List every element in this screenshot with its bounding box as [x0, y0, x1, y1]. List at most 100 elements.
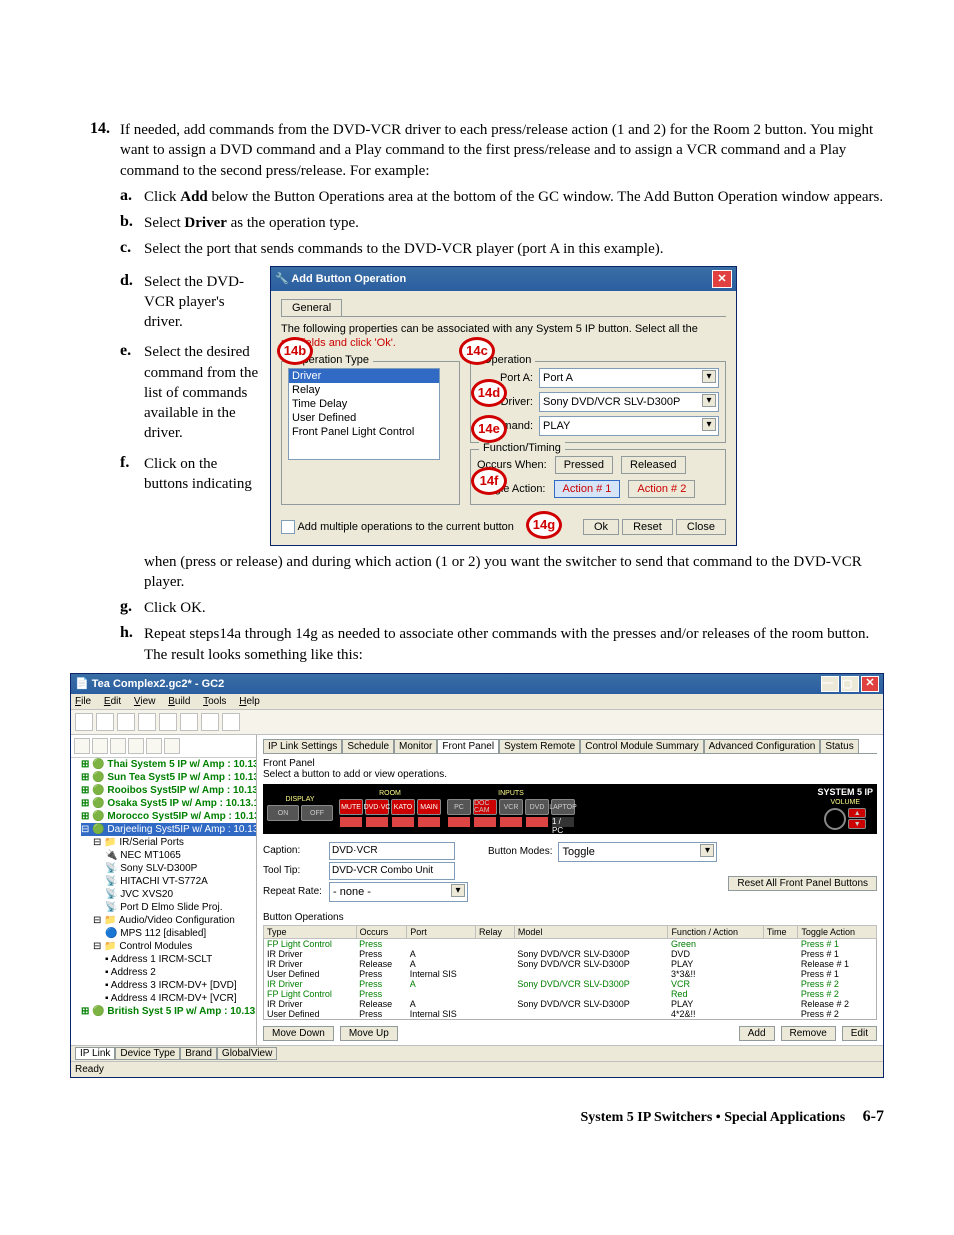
table-row[interactable]: User DefinedPressInternal SIS3*3&!!Press… [264, 969, 877, 979]
main-tabs[interactable]: IP Link SettingsScheduleMonitorFront Pan… [263, 739, 877, 754]
reset-fp-button[interactable]: Reset All Front Panel Buttons [728, 876, 877, 891]
optype-fplc[interactable]: Front Panel Light Control [289, 425, 439, 439]
optype-driver[interactable]: Driver [289, 369, 439, 383]
col-func[interactable]: Function / Action [668, 925, 763, 938]
menu-edit[interactable]: Edit [104, 696, 121, 707]
vol-up[interactable]: ▲ [848, 808, 866, 818]
button-ops-table[interactable]: Type Occurs Port Relay Model Function / … [263, 925, 877, 1020]
optype-timedelay[interactable]: Time Delay [289, 397, 439, 411]
tab-status[interactable]: Status [820, 739, 858, 753]
toolbar-icon[interactable] [138, 713, 156, 731]
ir-driver-dropdown[interactable]: Sony DVD/VCR SLV-D300P [539, 392, 719, 412]
operation-type-list[interactable]: Driver Relay Time Delay User Defined Fro… [288, 368, 440, 460]
fp-dvdvc[interactable]: DVD·VC [365, 799, 389, 815]
table-row[interactable]: FP Light ControlPressGreenPress # 1 [264, 938, 877, 949]
tree-tool-icon[interactable] [74, 738, 90, 754]
toolbar-icon[interactable] [75, 713, 93, 731]
caption-input[interactable] [329, 842, 455, 860]
multi-checkbox[interactable] [281, 520, 295, 534]
tree-item[interactable]: ⊞ 🟢 Morocco Syst5IP w/ Amp : 10.13.1 [81, 810, 256, 823]
table-row[interactable]: IR DriverPressASony DVD/VCR SLV-D300PVCR… [264, 979, 877, 989]
tab-cms[interactable]: Control Module Summary [580, 739, 703, 753]
fp-off[interactable]: OFF [301, 805, 333, 821]
tab-devicetype[interactable]: Device Type [115, 1047, 180, 1060]
tree-item[interactable]: 📡 Sony SLV-D300P [81, 862, 256, 875]
tree-item[interactable]: ⊟ 📁 IR/Serial Ports [81, 836, 256, 849]
close-icon[interactable]: ✕ [712, 270, 732, 288]
optype-userdef[interactable]: User Defined [289, 411, 439, 425]
table-row[interactable]: IR DriverReleaseASony DVD/VCR SLV-D300PP… [264, 959, 877, 969]
close-button[interactable]: Close [676, 519, 726, 535]
action1-button[interactable]: Action # 1 [554, 480, 621, 498]
toolbar-icon[interactable] [201, 713, 219, 731]
col-time[interactable]: Time [763, 925, 798, 938]
col-port[interactable]: Port [407, 925, 476, 938]
fp-kato[interactable]: KATO [391, 799, 415, 815]
move-up-button[interactable]: Move Up [340, 1026, 398, 1041]
table-row[interactable]: User DefinedPressInternal SIS4*2&!!Press… [264, 1009, 877, 1020]
tree-tool-icon[interactable] [146, 738, 162, 754]
tree-item[interactable]: ▪ Address 4 IRCM-DV+ [VCR] [81, 992, 256, 1005]
command-dropdown[interactable]: PLAY [539, 416, 719, 436]
col-toggle[interactable]: Toggle Action [798, 925, 877, 938]
tooltip-input[interactable] [329, 862, 455, 880]
tab-iplink2[interactable]: IP Link [75, 1047, 115, 1060]
toolbar-icon[interactable] [180, 713, 198, 731]
fp-main[interactable]: MAIN [417, 799, 441, 815]
tree-item[interactable]: ⊟ 📁 Control Modules [81, 940, 256, 953]
menu-build[interactable]: Build [168, 696, 190, 707]
menu-view[interactable]: View [134, 696, 156, 707]
tree-tool-icon[interactable] [164, 738, 180, 754]
tab-general[interactable]: General [281, 299, 342, 316]
toolbar-icon[interactable] [117, 713, 135, 731]
fp-dvd[interactable]: DVD [525, 799, 549, 815]
repeat-dropdown[interactable]: - none - [329, 882, 468, 902]
fp-mute[interactable]: MUTE [339, 799, 363, 815]
tree-item[interactable]: ▪ Address 3 IRCM-DV+ [DVD] [81, 979, 256, 992]
ok-button[interactable]: Ok [583, 519, 619, 535]
fp-pc[interactable]: PC [447, 799, 471, 815]
port-dropdown[interactable]: Port A [539, 368, 719, 388]
table-row[interactable]: IR DriverPressASony DVD/VCR SLV-D300PDVD… [264, 949, 877, 959]
col-occurs[interactable]: Occurs [356, 925, 407, 938]
table-row[interactable]: FP Light ControlPressRedPress # 2 [264, 989, 877, 999]
tree-item[interactable]: 📡 HITACHI VT-S772A [81, 875, 256, 888]
tab-advconfig[interactable]: Advanced Configuration [704, 739, 821, 753]
fp-vcr[interactable]: VCR [499, 799, 523, 815]
tree-item[interactable]: ⊟ 📁 Audio/Video Configuration [81, 914, 256, 927]
tab-monitor[interactable]: Monitor [394, 739, 437, 753]
buttonmodes-dropdown[interactable]: Toggle [558, 842, 717, 862]
toolbar-icon[interactable] [159, 713, 177, 731]
reset-button[interactable]: Reset [622, 519, 673, 535]
tab-sysremote[interactable]: System Remote [499, 739, 580, 753]
device-tree[interactable]: ⊞ 🟢 Thai System 5 IP w/ Amp : 10.13.1 ⊞ … [71, 735, 257, 1045]
action2-button[interactable]: Action # 2 [628, 480, 695, 498]
tree-item[interactable]: ▪ Address 1 IRCM-SCLT [81, 953, 256, 966]
remove-button[interactable]: Remove [781, 1026, 836, 1041]
fp-on[interactable]: ON [267, 805, 299, 821]
menu-file[interactable]: File [75, 696, 91, 707]
edit-button[interactable]: Edit [842, 1026, 877, 1041]
menu-tools[interactable]: Tools [203, 696, 226, 707]
tree-tool-icon[interactable] [110, 738, 126, 754]
tree-tool-icon[interactable] [128, 738, 144, 754]
tab-brand[interactable]: Brand [180, 1047, 217, 1060]
optype-relay[interactable]: Relay [289, 383, 439, 397]
tree-item[interactable]: ⊞ 🟢 Rooibos Syst5IP w/ Amp : 10.13.1 [81, 784, 256, 797]
col-relay[interactable]: Relay [475, 925, 514, 938]
toolbar-icon[interactable] [222, 713, 240, 731]
released-button[interactable]: Released [621, 456, 685, 474]
pressed-button[interactable]: Pressed [555, 456, 613, 474]
tree-item[interactable]: ⊞ 🟢 Thai System 5 IP w/ Amp : 10.13.1 [81, 758, 256, 771]
tab-frontpanel[interactable]: Front Panel [437, 739, 499, 753]
tree-item[interactable]: ⊞ 🟢 Sun Tea Syst5 IP w/ Amp : 10.13. [81, 771, 256, 784]
maximize-icon[interactable]: ▢ [841, 676, 859, 692]
tree-item[interactable]: 🔵 MPS 112 [disabled] [81, 927, 256, 940]
tree-item[interactable]: ⊞ 🟢 Osaka Syst5 IP w/ Amp : 10.13.19 [81, 797, 256, 810]
tab-schedule[interactable]: Schedule [342, 739, 394, 753]
front-panel-graphic[interactable]: DISPLAY ONOFF ROOM MUTE DVD·VC KATO MAIN [263, 784, 877, 834]
vol-dn[interactable]: ▼ [848, 819, 866, 829]
multi-checkbox-label[interactable]: Add multiple operations to the current b… [281, 520, 514, 534]
tree-item[interactable]: ⊞ 🟢 British Syst 5 IP w/ Amp : 10.13.19 [81, 1005, 256, 1018]
col-type[interactable]: Type [264, 925, 357, 938]
